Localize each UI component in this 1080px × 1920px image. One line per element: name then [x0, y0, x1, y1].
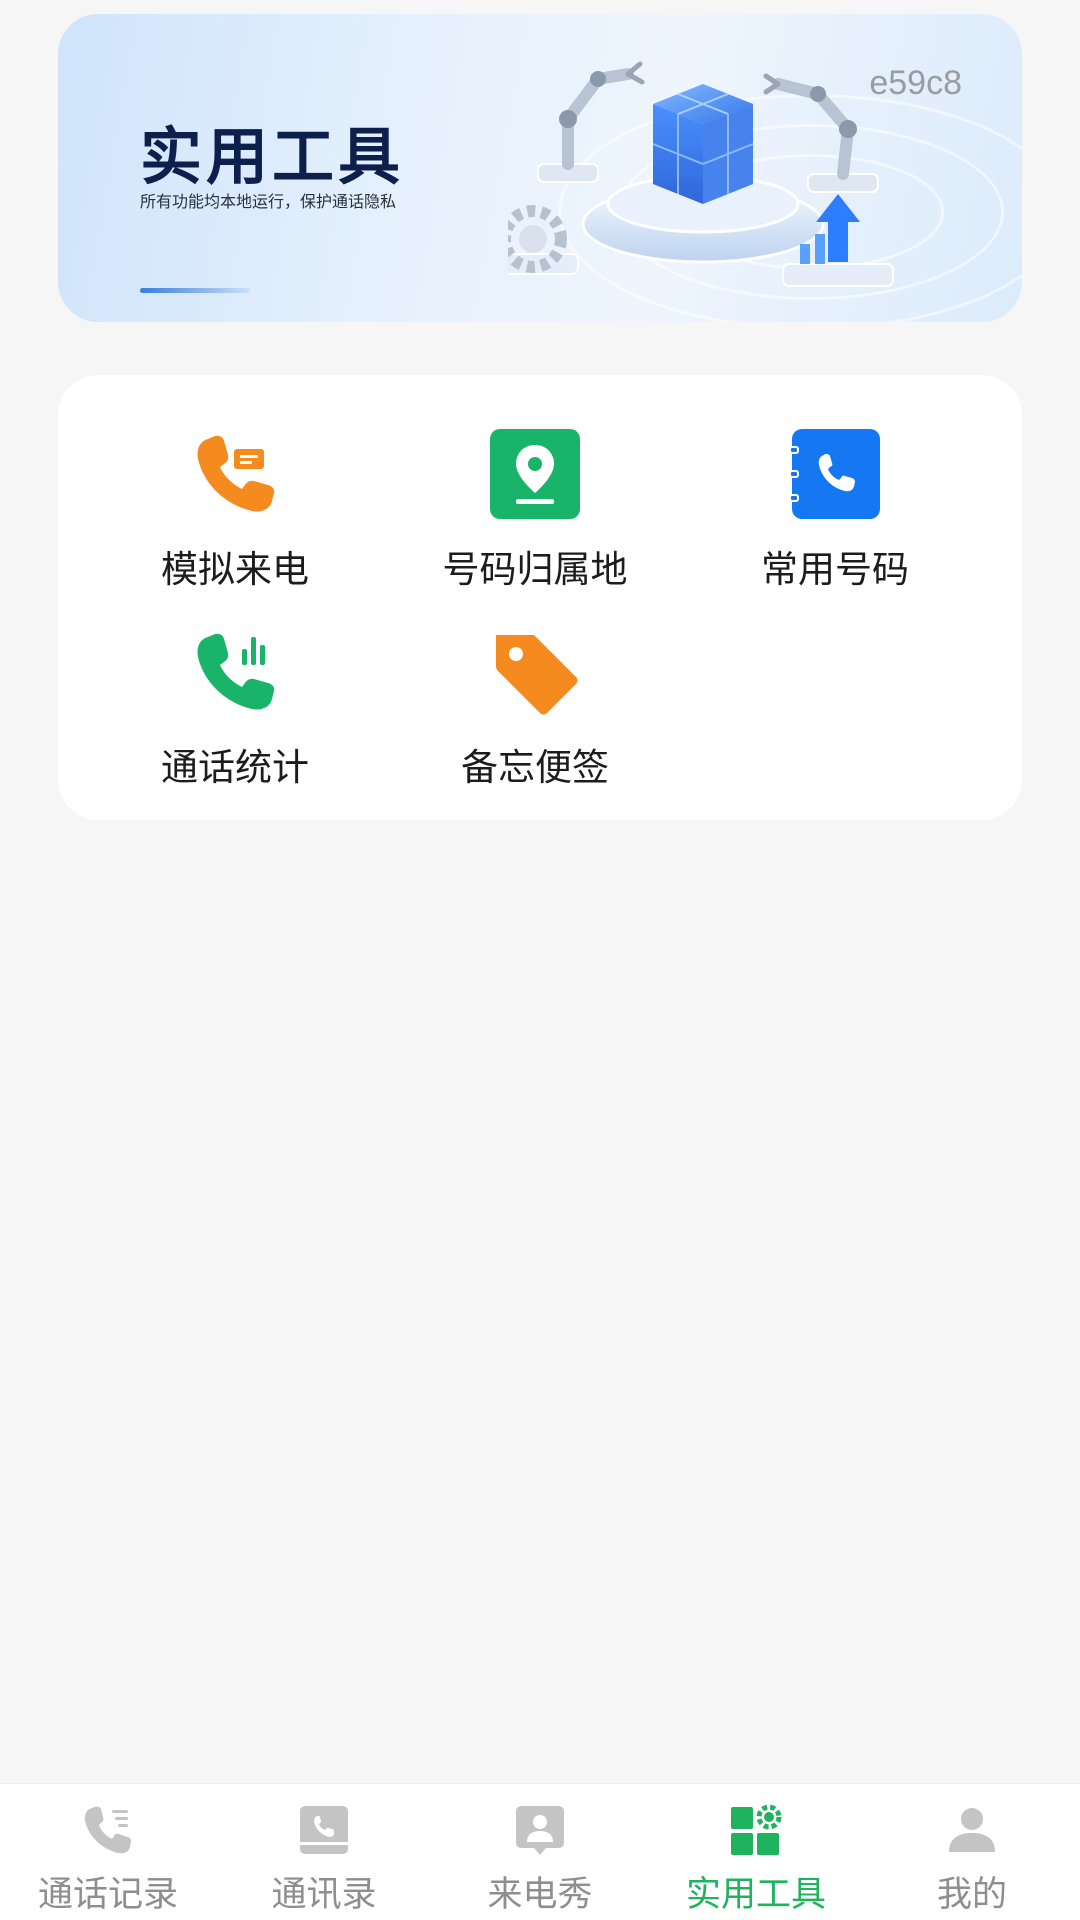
- contacts-icon: [300, 1806, 348, 1854]
- bottom-nav: 通话记录 通讯录 来电秀 实用工具 我的: [0, 1783, 1080, 1920]
- call-log-icon: [84, 1806, 131, 1854]
- nav-tab-contacts[interactable]: 通讯录: [216, 1784, 432, 1920]
- banner-subtitle: 所有功能均本地运行，保护通话隐私: [140, 192, 397, 211]
- caller-show-icon: [516, 1806, 564, 1855]
- nav-tab-call-log[interactable]: 通话记录: [0, 1784, 216, 1920]
- location-pin-icon: [490, 429, 580, 519]
- phone-message-icon: [197, 435, 275, 512]
- tool-call-stats[interactable]: 通话统计: [110, 627, 360, 807]
- nav-label: 通话记录: [37, 1875, 178, 1915]
- tool-label: 号码归属地: [442, 548, 628, 591]
- page: 实用工具 所有功能均本地运行，保护通话隐私 e59c8 模拟来电 号码归属地 常…: [0, 0, 1080, 1920]
- phone-stats-icon: [197, 633, 275, 710]
- banner-accent-line: [140, 288, 250, 293]
- nav-tab-tools[interactable]: 实用工具: [648, 1784, 864, 1920]
- tool-common-numbers[interactable]: 常用号码: [710, 429, 960, 609]
- phone-book-icon: [790, 429, 880, 519]
- nav-label: 来电秀: [487, 1875, 593, 1915]
- tool-simulated-call[interactable]: 模拟来电: [110, 429, 360, 609]
- nav-label: 通讯录: [271, 1875, 377, 1915]
- tools-grid-icon: [731, 1804, 782, 1855]
- tools-card: 模拟来电 号码归属地 常用号码 通话统计 备忘便签: [58, 375, 1022, 820]
- tag-icon: [496, 635, 578, 715]
- watermark-code: e59c8: [869, 64, 962, 102]
- nav-tab-profile[interactable]: 我的: [864, 1784, 1080, 1920]
- tool-memo-notes[interactable]: 备忘便签: [410, 627, 660, 807]
- tool-number-location[interactable]: 号码归属地: [410, 429, 660, 609]
- tool-label: 常用号码: [761, 548, 909, 591]
- profile-icon: [949, 1808, 995, 1852]
- nav-label: 我的: [936, 1875, 1007, 1915]
- banner-title: 实用工具: [140, 120, 405, 193]
- tools-banner[interactable]: 实用工具 所有功能均本地运行，保护通话隐私 e59c8: [58, 14, 1022, 322]
- tool-label: 模拟来电: [161, 548, 309, 591]
- nav-label: 实用工具: [685, 1875, 826, 1915]
- tool-label: 备忘便签: [461, 746, 609, 789]
- tool-label: 通话统计: [161, 746, 309, 789]
- nav-tab-caller-show[interactable]: 来电秀: [432, 1784, 648, 1920]
